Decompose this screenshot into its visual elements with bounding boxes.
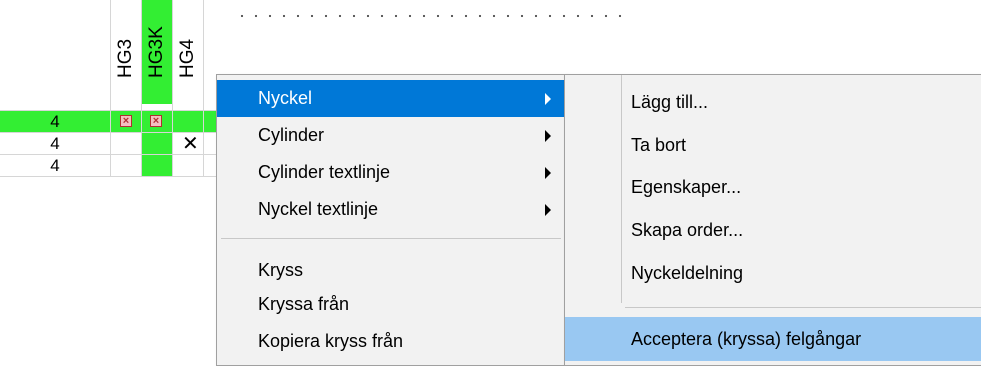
- submenu-item-label: Nyckeldelning: [631, 263, 744, 283]
- column-header-label: HG4: [176, 38, 198, 78]
- menu-item-cylinder-textlinje[interactable]: Cylinder textlinje: [217, 154, 565, 191]
- menu-item-nyckel[interactable]: Nyckel: [217, 80, 565, 117]
- submenu-item-label: Lägg till...: [631, 92, 709, 112]
- grid-line: [203, 0, 204, 177]
- submenu-item-label: Acceptera (kryssa) felgångar: [631, 329, 862, 349]
- menu-item-label: Nyckel: [258, 88, 313, 108]
- key-cylinder-grid: HG3 HG3K HG4 4 × × 4 ✕ 4: [0, 0, 625, 352]
- menu-item-cylinder[interactable]: Cylinder: [217, 117, 565, 154]
- submenu-nyckel: Lägg till... Ta bort Egenskaper... Skapa…: [564, 74, 981, 366]
- menu-item-label: Cylinder: [258, 125, 325, 145]
- submenu-item-lagg-till[interactable]: Lägg till...: [565, 84, 981, 121]
- submenu-item-ta-bort[interactable]: Ta bort: [565, 127, 981, 164]
- submenu-item-acceptera-felgangar[interactable]: Acceptera (kryssa) felgångar: [565, 317, 981, 361]
- submenu-arrow-icon: [545, 92, 551, 105]
- column-header-label: HG3: [114, 38, 136, 78]
- grid-line: [0, 154, 230, 155]
- menu-item-kryss[interactable]: Kryss: [217, 252, 565, 289]
- menu-item-label: Nyckel textlinje: [258, 199, 379, 219]
- context-menu: Nyckel Cylinder Cylinder textlinje Nycke…: [216, 74, 566, 366]
- cross-mark-icon[interactable]: ×: [150, 115, 162, 127]
- submenu-item-skapa-order[interactable]: Skapa order...: [565, 212, 981, 249]
- menu-item-nyckel-textlinje[interactable]: Nyckel textlinje: [217, 191, 565, 228]
- column-header-hg4[interactable]: HG4: [172, 0, 203, 104]
- header-dotted-line: [235, 14, 625, 18]
- submenu-item-label: Ta bort: [631, 135, 687, 155]
- column-highlight-cell: [141, 133, 172, 177]
- submenu-item-label: Skapa order...: [631, 220, 744, 240]
- grid-line: [0, 110, 230, 111]
- row-value[interactable]: 4: [0, 111, 110, 132]
- submenu-arrow-icon: [545, 129, 551, 142]
- submenu-arrow-icon: [545, 203, 551, 216]
- grid-line: [0, 176, 230, 177]
- grid-line: [172, 0, 173, 177]
- submenu-item-label: Egenskaper...: [631, 177, 742, 197]
- grid-line: [0, 132, 230, 133]
- submenu-item-nyckeldelning[interactable]: Nyckeldelning: [565, 255, 981, 292]
- column-header-label: HG3K: [145, 26, 167, 78]
- grid-line: [141, 0, 142, 177]
- grid-line: [110, 0, 111, 177]
- column-header-hg3k[interactable]: HG3K: [141, 0, 172, 104]
- cross-mark-icon[interactable]: ×: [120, 115, 132, 127]
- submenu-arrow-icon: [545, 166, 551, 179]
- menu-separator: [625, 307, 981, 308]
- menu-item-label: Cylinder textlinje: [258, 162, 391, 182]
- menu-item-label: Kryssa från: [258, 294, 350, 314]
- row-value[interactable]: 4: [0, 133, 110, 154]
- column-header-hg3[interactable]: HG3: [110, 0, 141, 104]
- menu-item-label: Kopiera kryss från: [258, 331, 404, 351]
- menu-item-kryssa-fran[interactable]: Kryssa från: [217, 286, 565, 323]
- x-mark-icon[interactable]: ✕: [182, 134, 199, 154]
- row-value[interactable]: 4: [0, 155, 110, 176]
- submenu-item-egenskaper[interactable]: Egenskaper...: [565, 169, 981, 206]
- menu-item-label: Kryss: [258, 260, 303, 280]
- menu-separator: [221, 238, 561, 239]
- menu-item-kopiera-kryss-fran[interactable]: Kopiera kryss från: [217, 323, 565, 360]
